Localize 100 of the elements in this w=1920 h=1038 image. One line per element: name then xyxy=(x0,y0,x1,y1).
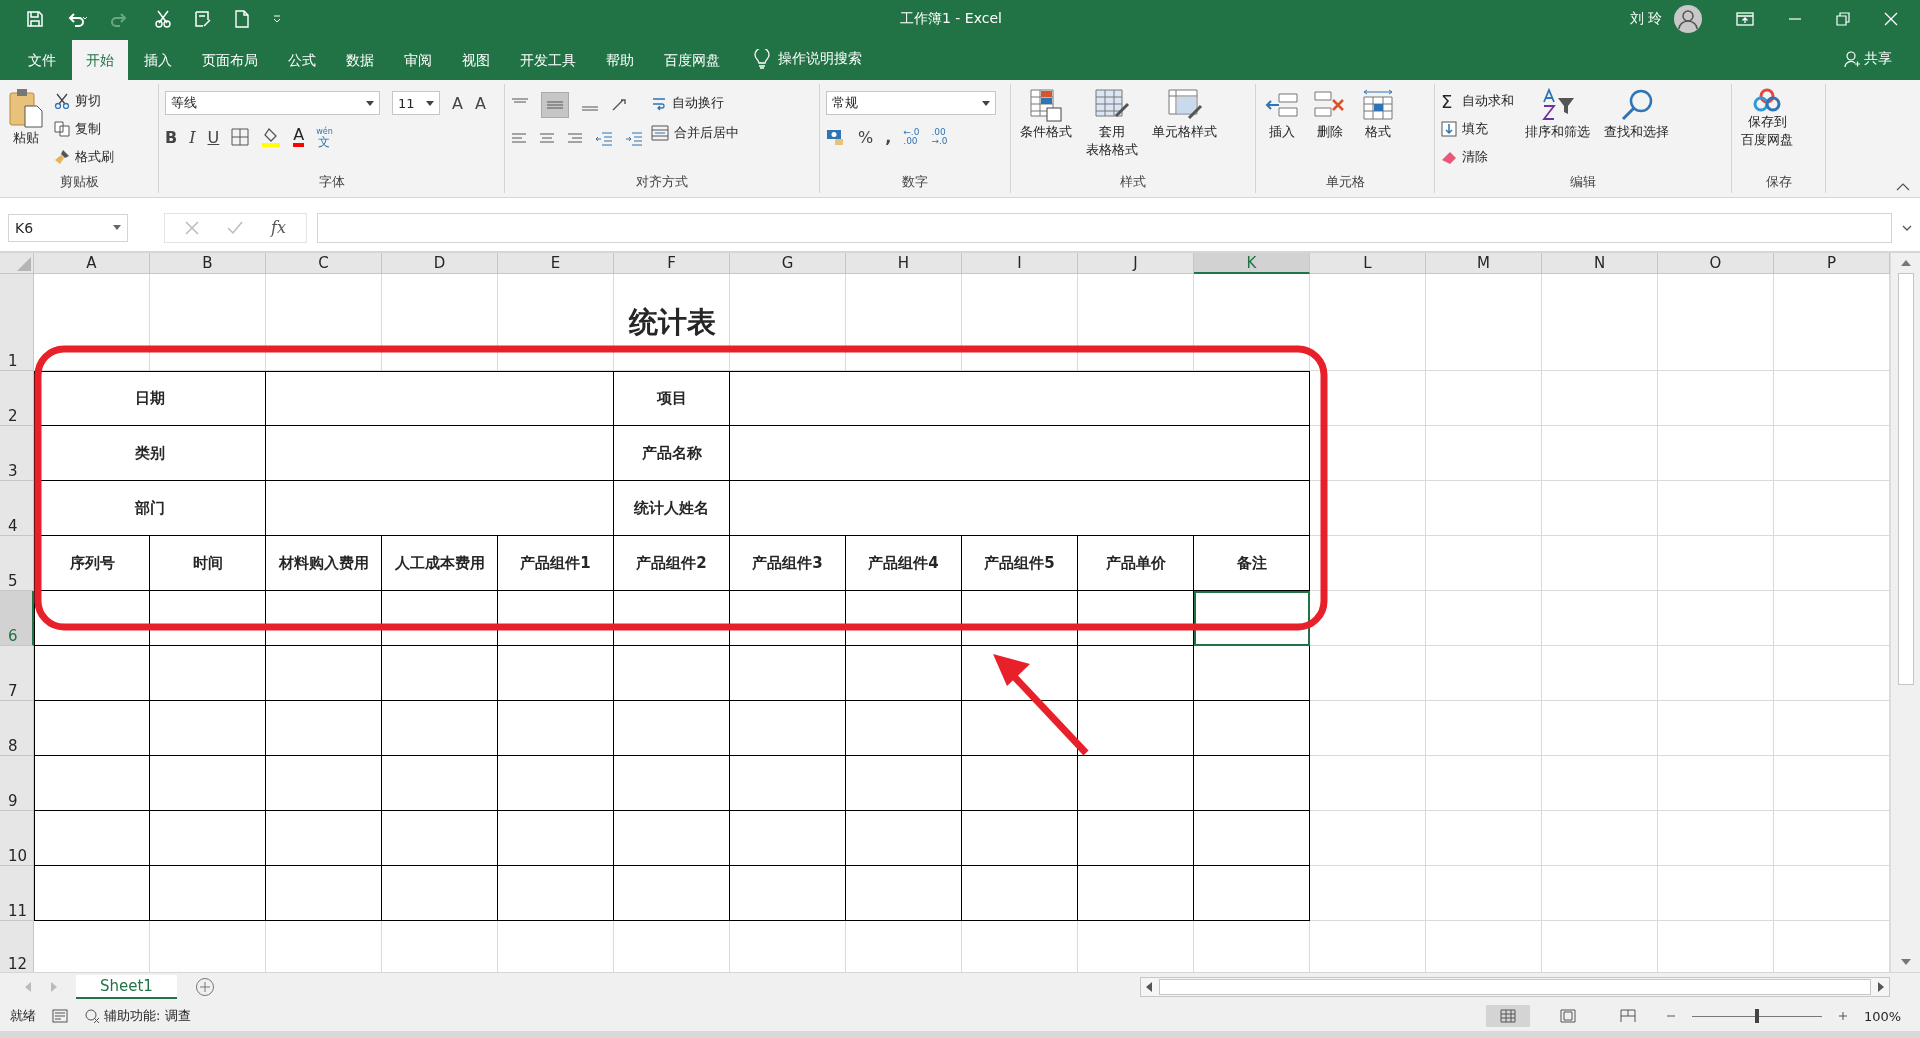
expand-icon[interactable] xyxy=(1902,224,1912,231)
table-cell[interactable] xyxy=(962,811,1078,866)
wrap-text-button[interactable]: 自动换行 xyxy=(651,92,739,114)
find-select-button[interactable]: 查找和选择 xyxy=(1601,86,1672,142)
grid-cell[interactable] xyxy=(1426,274,1542,371)
grid-cell[interactable] xyxy=(1658,701,1774,756)
scroll-right-icon[interactable] xyxy=(1877,982,1885,992)
collapse-ribbon-icon[interactable] xyxy=(1896,183,1910,191)
save-icon[interactable] xyxy=(26,9,44,28)
ribbon-tab[interactable]: 公式 xyxy=(274,40,330,80)
grid-cell[interactable] xyxy=(1426,756,1542,811)
grid-cell[interactable] xyxy=(1658,866,1774,921)
row-header[interactable]: 4 xyxy=(0,481,34,536)
table-cell[interactable] xyxy=(1078,866,1194,921)
row-header[interactable]: 5 xyxy=(0,536,34,591)
close-icon[interactable] xyxy=(1884,11,1898,26)
grid-cell[interactable] xyxy=(1658,426,1774,481)
table-cell[interactable] xyxy=(34,756,150,811)
ribbon-tab[interactable]: 帮助 xyxy=(592,40,648,80)
clear-button[interactable]: 清除 xyxy=(1441,146,1514,168)
table-cell[interactable] xyxy=(730,811,846,866)
grid-cell[interactable] xyxy=(1542,756,1658,811)
font-color-button[interactable]: A xyxy=(293,127,305,147)
ribbon-display-icon[interactable] xyxy=(1736,11,1754,26)
table-cell[interactable] xyxy=(1078,756,1194,811)
table-cell[interactable] xyxy=(1078,701,1194,756)
table-cell[interactable] xyxy=(382,646,498,701)
grid-cell[interactable] xyxy=(1426,426,1542,481)
table-cell[interactable] xyxy=(1194,701,1310,756)
column-header[interactable]: F xyxy=(614,253,730,274)
table-cell[interactable] xyxy=(266,646,382,701)
row-header[interactable]: 1 xyxy=(0,274,34,371)
lightbulb-icon[interactable] xyxy=(754,48,770,69)
cut-button[interactable]: 剪切 xyxy=(54,90,114,112)
table-cell[interactable] xyxy=(1194,866,1310,921)
grid-cell[interactable] xyxy=(1542,481,1658,536)
grid-cell[interactable] xyxy=(1658,536,1774,591)
grid-cell[interactable] xyxy=(1426,866,1542,921)
table-cell[interactable] xyxy=(498,756,614,811)
grid-cell[interactable] xyxy=(1310,274,1426,371)
conditional-format-button[interactable]: 条件格式 xyxy=(1017,86,1075,142)
format-painter-button[interactable]: 格式刷 xyxy=(54,146,114,168)
ribbon-tab[interactable]: 百度网盘 xyxy=(650,40,734,80)
row-header[interactable]: 10 xyxy=(0,811,34,866)
merge-center-button[interactable]: 合并后居中 xyxy=(651,122,739,144)
grid-cell[interactable] xyxy=(1426,371,1542,426)
table-cell[interactable] xyxy=(34,811,150,866)
table-cell[interactable] xyxy=(382,866,498,921)
format-cells-button[interactable]: 格式 xyxy=(1358,86,1398,142)
insert-function-button[interactable]: fx xyxy=(271,218,286,237)
row-header[interactable]: 6 xyxy=(0,591,34,646)
column-header[interactable]: C xyxy=(266,253,382,274)
table-cell[interactable] xyxy=(150,866,266,921)
column-header[interactable]: A xyxy=(34,253,150,274)
table-cell[interactable] xyxy=(1078,811,1194,866)
table-cell[interactable] xyxy=(382,811,498,866)
ribbon-tab[interactable]: 文件 xyxy=(14,40,70,80)
percent-button[interactable]: % xyxy=(858,127,874,147)
table-cell[interactable] xyxy=(1194,811,1310,866)
table-cell[interactable] xyxy=(614,701,730,756)
grid-cell[interactable] xyxy=(1658,646,1774,701)
avatar-icon[interactable] xyxy=(1674,4,1702,33)
column-header[interactable]: H xyxy=(846,253,962,274)
column-header[interactable]: L xyxy=(1310,253,1426,274)
scissors-icon[interactable] xyxy=(154,9,172,28)
row-header[interactable]: 3 xyxy=(0,426,34,481)
insert-cells-button[interactable]: 插入 xyxy=(1262,86,1302,142)
fill-color-icon[interactable] xyxy=(261,127,282,147)
grid-cell[interactable] xyxy=(1542,646,1658,701)
column-header[interactable]: J xyxy=(1078,253,1194,274)
table-cell[interactable] xyxy=(614,866,730,921)
table-cell[interactable] xyxy=(34,701,150,756)
table-cell[interactable] xyxy=(150,646,266,701)
table-cell[interactable] xyxy=(266,756,382,811)
column-header[interactable]: P xyxy=(1774,253,1890,274)
row-header[interactable]: 11 xyxy=(0,866,34,921)
grid-cell[interactable] xyxy=(1542,371,1658,426)
horizontal-scrollbar[interactable] xyxy=(1140,977,1890,997)
ribbon-tab[interactable]: 视图 xyxy=(448,40,504,80)
decrease-decimal-button[interactable]: .00 →.0 xyxy=(931,128,948,146)
save-to-cloud-button[interactable]: 保存到 百度网盘 xyxy=(1738,86,1796,150)
grid-cell[interactable] xyxy=(1426,591,1542,646)
table-cell[interactable] xyxy=(614,756,730,811)
column-header[interactable]: K xyxy=(1194,253,1310,274)
shrink-font-button[interactable]: A xyxy=(474,93,486,113)
name-box[interactable]: K6 xyxy=(8,213,128,242)
number-format-field[interactable]: 常规 xyxy=(826,91,996,115)
accessibility-status[interactable]: 辅助功能: 调查 xyxy=(84,1007,191,1025)
user-name[interactable]: 刘 玲 xyxy=(1629,9,1662,28)
phonetic-button[interactable]: wén 文 xyxy=(316,127,333,147)
add-sheet-icon[interactable] xyxy=(194,977,215,997)
table-cell[interactable] xyxy=(382,756,498,811)
cell-styles-button[interactable]: 单元格样式 xyxy=(1149,86,1220,142)
table-cell[interactable] xyxy=(962,866,1078,921)
font-size-field[interactable]: 11 xyxy=(392,91,440,115)
table-cell[interactable] xyxy=(498,866,614,921)
table-cell[interactable] xyxy=(962,701,1078,756)
delete-cells-button[interactable]: 删除 xyxy=(1310,86,1350,142)
grow-font-button[interactable]: A xyxy=(452,93,463,113)
table-cell[interactable] xyxy=(614,811,730,866)
